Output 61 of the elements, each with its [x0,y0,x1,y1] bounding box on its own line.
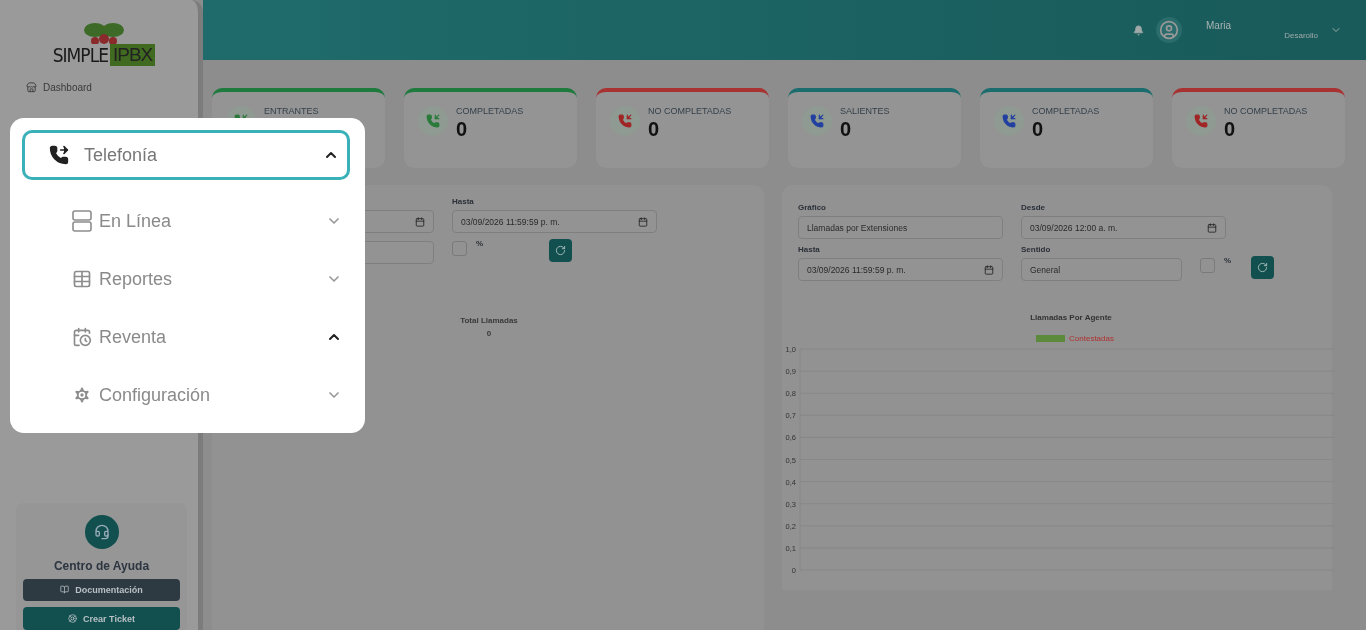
menu-item[interactable]: Reventa [22,308,350,366]
menu-item[interactable]: Telefonía [22,130,350,180]
refresh-button[interactable] [549,239,573,262]
date-field[interactable]: 03/09/2026 11:59:59 p. m. [452,210,657,233]
menu-item[interactable]: Configuración [22,366,350,424]
percent-label: % [476,239,484,248]
refresh-icon [555,245,567,256]
logo-text: SIMPLE [52,44,108,66]
date-field[interactable]: 03/09/2026 11:59:59 p. m. [798,258,1003,281]
percent-label: % [1224,256,1232,265]
refresh-icon [1257,262,1269,273]
help-title: Centro de Ayuda [53,558,150,573]
stat-value: 0 [1224,118,1237,141]
sidebar-item[interactable]: Dashboard [26,82,198,93]
stat-value: 0 [1032,118,1045,141]
input-field[interactable]: General [1021,258,1182,281]
headset-icon [84,515,119,549]
stat-label: NO COMPLETADAS [1224,106,1308,116]
calendar-icon [984,264,994,275]
date-field[interactable]: 03/09/2026 12:00 a. m. [1021,216,1226,239]
stat-value: 0 [648,118,661,141]
total-label: Total Llamadas [460,316,518,325]
lifebuoy-icon [68,614,78,624]
menu-item[interactable]: En Línea [22,192,350,250]
stat-label: SALIENTES [840,106,890,116]
bell-icon[interactable] [1133,24,1144,36]
documentation-button[interactable]: Documentación [23,578,180,602]
ticket-button[interactable]: Crear Ticket [23,607,180,630]
calendar-icon [415,216,425,227]
total-value: 0 [486,329,492,338]
avatar-icon[interactable] [1156,17,1182,43]
stat-label: COMPLETADAS [456,106,524,116]
stat-label: COMPLETADAS [1032,106,1100,116]
calendar-icon [1207,222,1217,233]
menu-item[interactable]: Reportes [22,250,350,308]
user-role: Desarollo [1284,31,1318,40]
stat-label: NO COMPLETADAS [648,106,732,116]
calendar-icon [638,216,648,227]
field-label: Gráfico [798,203,827,212]
chart-title: Llamadas Por Agente [1030,313,1112,322]
field-label: Hasta [798,245,821,254]
stat-label: ENTRANTES [264,106,319,116]
book-icon [60,585,70,595]
stat-value: 0 [456,118,469,141]
settings-icon [72,385,92,405]
field-label: Sentido [1021,245,1052,254]
calendar-clock-icon [72,327,92,347]
logo-badge: IPBX [110,44,156,66]
field-label: Hasta [452,197,475,206]
stat-value: 0 [840,118,853,141]
store-icon [26,82,37,93]
raspberry-drawing [82,22,126,44]
checkbox[interactable] [1200,258,1215,273]
input-field[interactable]: Llamadas por Extensiones [798,216,1003,239]
user-name: Maria [1206,20,1232,31]
checkbox[interactable] [452,241,467,256]
refresh-button[interactable] [1251,256,1275,279]
server-icon [72,210,92,232]
legend-label: Contestadas [1069,334,1114,343]
table-icon [72,269,92,289]
field-label: Desde [1021,203,1046,212]
